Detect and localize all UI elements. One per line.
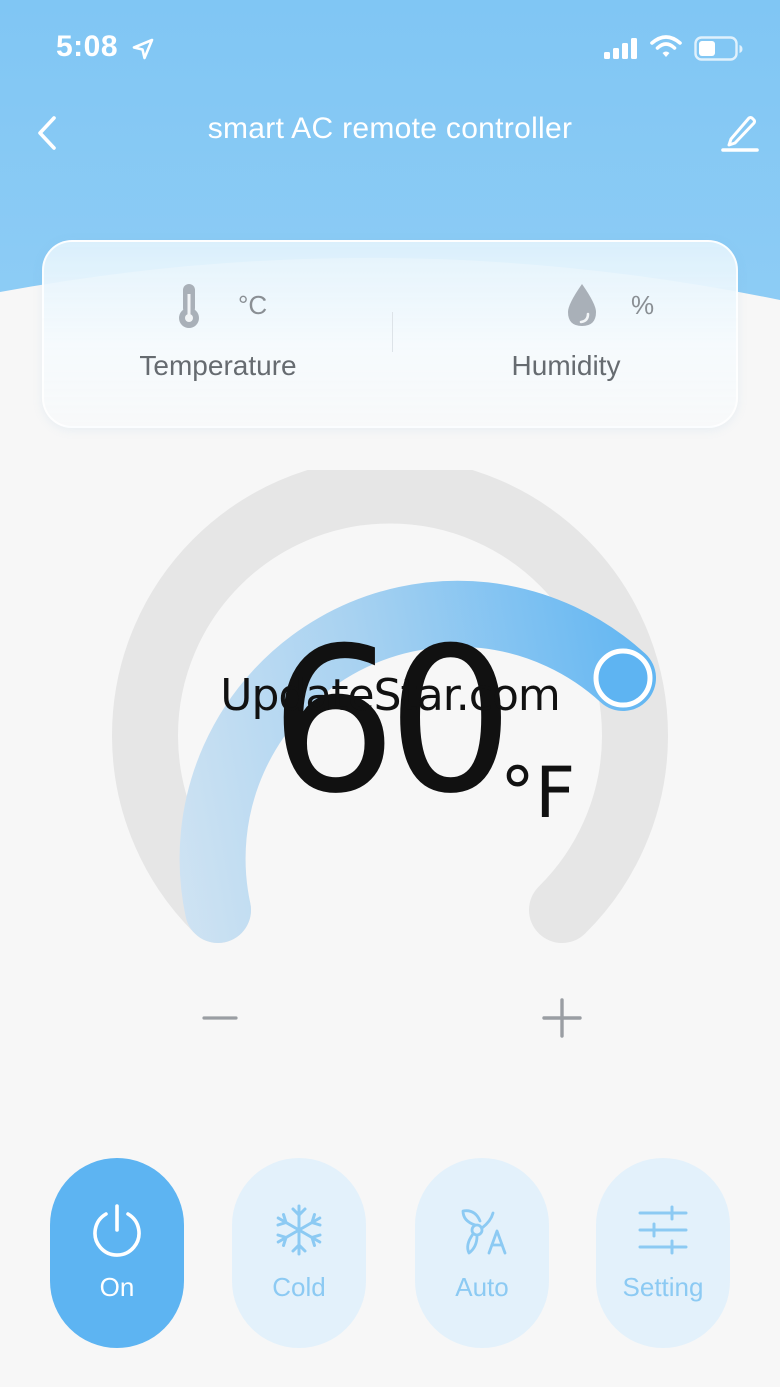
power-label: On (99, 1272, 135, 1302)
battery-icon (694, 36, 743, 61)
auto-label: Auto (455, 1272, 509, 1302)
humidity-sensor: % Humidity (392, 242, 740, 430)
humidity-label: Humidity (511, 350, 621, 381)
power-icon (87, 1200, 147, 1260)
thermometer-icon (179, 284, 199, 328)
water-drop-icon (568, 284, 596, 326)
watermark-text: UpdateStar.com (220, 670, 561, 721)
temperature-label: Temperature (139, 350, 297, 381)
minus-icon (202, 1016, 238, 1020)
sensor-card: °C Temperature % Humidity (42, 240, 738, 428)
edit-button[interactable] (714, 108, 766, 156)
fan-auto-icon (452, 1200, 512, 1260)
humidity-unit: % (631, 290, 655, 320)
power-button[interactable]: On (50, 1158, 184, 1348)
temperature-unit-fahrenheit: °F (500, 752, 576, 834)
location-arrow-icon (132, 38, 154, 60)
setting-label: Setting (622, 1272, 704, 1302)
temperature-unit: °C (238, 290, 268, 320)
status-time: 5:08 (56, 30, 119, 63)
auto-fan-button[interactable]: Auto (415, 1158, 549, 1348)
page-title: smart AC remote controller (207, 112, 573, 145)
decrease-temperature-button[interactable] (190, 990, 250, 1046)
cellular-signal-icon (604, 38, 637, 59)
snowflake-icon (269, 1200, 329, 1260)
pencil-icon (721, 116, 759, 152)
increase-temperature-button[interactable] (532, 988, 592, 1048)
mode-controls: On Cold Auto Setting (0, 1158, 780, 1350)
cold-mode-button[interactable]: Cold (232, 1158, 366, 1348)
status-bar: 5:08 (0, 0, 780, 100)
wifi-icon (650, 35, 682, 57)
sliders-icon (633, 1200, 693, 1260)
temperature-sensor: °C Temperature (44, 242, 392, 430)
plus-icon (542, 998, 582, 1038)
setting-button[interactable]: Setting (596, 1158, 730, 1348)
cold-label: Cold (272, 1272, 326, 1302)
temperature-value: 60 (269, 605, 515, 838)
